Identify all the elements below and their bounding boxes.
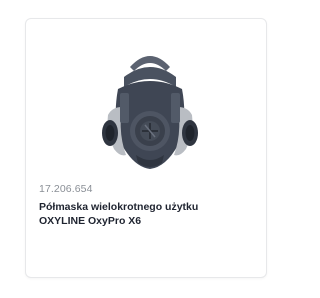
product-name-line1: Półmaska wielokrotnego użytku	[39, 201, 199, 213]
half-mask-respirator-icon	[102, 56, 198, 169]
product-image[interactable]	[96, 37, 204, 175]
product-sku: 17.206.654	[39, 183, 93, 195]
page: 17.206.654 Półmaska wielokrotnego użytku…	[0, 0, 267, 298]
product-name-line2: OXYLINE OxyPro X6	[39, 215, 142, 227]
product-name[interactable]: Półmaska wielokrotnego użytku OXYLINE Ox…	[39, 200, 239, 228]
product-card[interactable]: 17.206.654 Półmaska wielokrotnego użytku…	[25, 18, 267, 278]
